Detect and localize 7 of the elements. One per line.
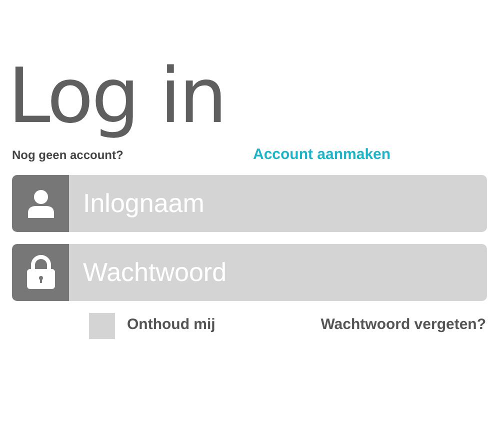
signup-prompt: Nog geen account? xyxy=(12,147,124,164)
remember-label: Onthoud mij xyxy=(127,315,216,336)
forgot-password-link[interactable]: Wachtwoord vergeten? xyxy=(320,314,486,337)
user-icon xyxy=(26,188,56,218)
lock-icon xyxy=(26,255,56,289)
page-title: Log in xyxy=(8,50,226,142)
checkbox[interactable] xyxy=(89,312,115,338)
